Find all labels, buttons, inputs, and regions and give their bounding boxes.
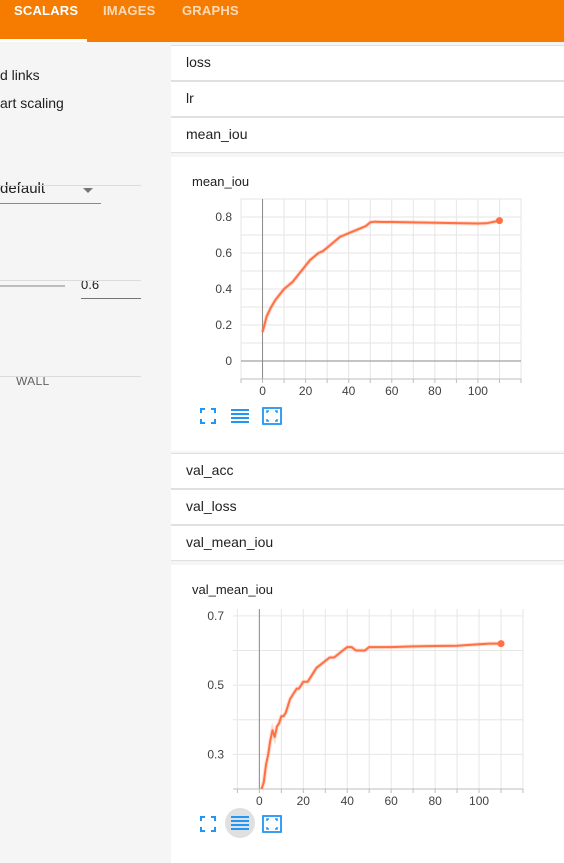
fit-domain-icon[interactable] <box>261 813 283 835</box>
tag-group-mean-iou[interactable]: mean_iou <box>171 117 564 153</box>
tab-scalars[interactable]: SCALARS <box>14 0 78 42</box>
tab-images[interactable]: IMAGES <box>103 0 155 42</box>
tag-group-val-loss[interactable]: val_loss <box>171 489 564 525</box>
series-last-point <box>497 640 505 648</box>
tag-label: mean_iou <box>186 126 248 142</box>
chart-card-mean-iou: mean_iou 0 20 40 60 80 100 0 0.2 0.4 0.6 0.8 <box>171 157 564 451</box>
chart-card-val-mean-iou: val_mean_iou 0 20 40 60 80 100 0.3 0.5 0.7 <box>171 565 564 863</box>
fullscreen-icon[interactable] <box>197 813 219 835</box>
x-tick-label: 0 <box>256 794 263 808</box>
tag-group-val-acc[interactable]: val_acc <box>171 453 564 489</box>
series-line <box>260 642 501 790</box>
y-tick-label: 0.3 <box>207 747 224 761</box>
y-tick-label: 0.4 <box>215 282 232 296</box>
fit-domain-icon[interactable] <box>261 405 283 427</box>
tag-label: val_mean_iou <box>186 534 274 550</box>
y-tick-label: 0.6 <box>215 246 232 260</box>
x-tick-label: 60 <box>385 384 399 398</box>
tag-label: val_loss <box>186 498 237 514</box>
tag-group-lr[interactable]: lr <box>171 81 564 117</box>
y-tick-label: 0 <box>225 354 232 368</box>
x-tick-label: 40 <box>342 384 356 398</box>
divider <box>0 280 141 281</box>
y-tick-label: 0.7 <box>207 609 224 623</box>
tag-label: lr <box>186 90 194 106</box>
show-data-links-checkbox-label[interactable]: d links <box>0 67 40 83</box>
x-tick-label: 40 <box>341 794 355 808</box>
y-tick-label: 0.5 <box>207 678 224 692</box>
divider <box>0 185 141 186</box>
series-line <box>261 219 500 333</box>
x-tick-label: 100 <box>468 384 488 398</box>
tag-label: loss <box>186 54 211 70</box>
y-tick-label: 0.2 <box>215 318 232 332</box>
tab-graphs[interactable]: GRAPHS <box>182 0 239 42</box>
series-last-point <box>495 217 503 225</box>
toggle-log-scale-icon[interactable] <box>229 405 251 427</box>
smoothing-input[interactable]: 0.6 <box>81 274 141 299</box>
x-tick-label: 60 <box>385 794 399 808</box>
y-tick-label: 0.8 <box>215 210 232 224</box>
tooltip-sorting-select[interactable]: default <box>0 178 101 204</box>
chevron-down-icon <box>83 188 93 193</box>
sidebar: d links art scaling default 0.6 WALL <box>0 42 171 863</box>
top-app-bar: SCALARS IMAGES GRAPHS <box>0 0 564 42</box>
x-tick-label: 0 <box>259 384 266 398</box>
x-tick-label: 20 <box>299 384 313 398</box>
x-tick-label: 80 <box>428 384 442 398</box>
x-tick-label: 80 <box>428 794 442 808</box>
ignore-outliers-checkbox-label[interactable]: art scaling <box>0 95 64 111</box>
series-raw-line <box>259 641 501 790</box>
tag-group-val-mean-iou[interactable]: val_mean_iou <box>171 525 564 561</box>
divider <box>0 376 141 377</box>
smoothing-slider[interactable] <box>0 285 65 287</box>
tag-group-loss[interactable]: loss <box>171 45 564 81</box>
x-tick-label: 20 <box>297 794 311 808</box>
toggle-log-scale-icon[interactable] <box>225 808 255 838</box>
select-value: default <box>0 180 46 197</box>
tag-label: val_acc <box>186 462 234 478</box>
fullscreen-icon[interactable] <box>197 405 219 427</box>
x-tick-label: 100 <box>469 794 489 808</box>
